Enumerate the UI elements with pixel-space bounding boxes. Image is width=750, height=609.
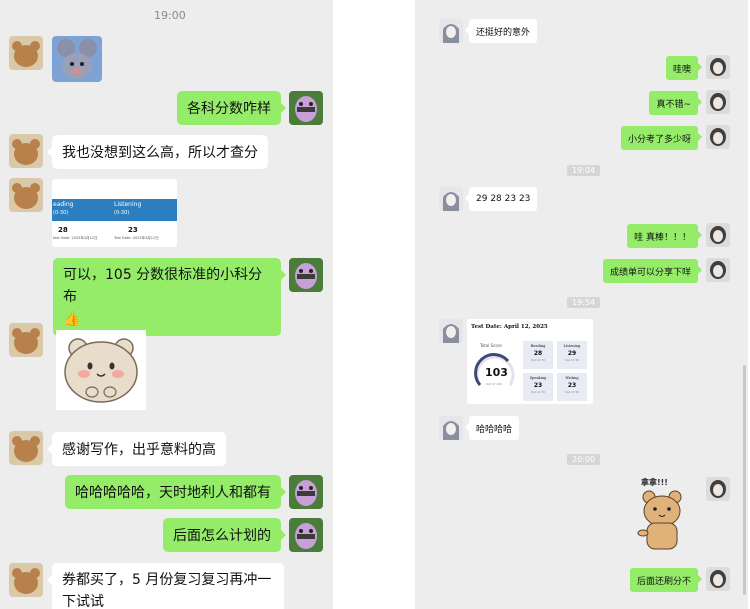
my-avatar[interactable] [289, 518, 323, 552]
score-col1-date: test Date: 2025年4月12日 [53, 236, 98, 240]
section-score: 23 [567, 382, 577, 389]
sticker-text: 拿拿!!! [641, 478, 668, 487]
section-box-reading: Reading 28 Out of 30 [523, 341, 553, 369]
friend-avatar[interactable] [439, 187, 463, 211]
score-report-image[interactable]: Test Date: April 12, 2025 Total Score 10… [467, 319, 593, 404]
message-bubble-out[interactable]: 后面怎么计划的 [163, 518, 286, 552]
section-score: 23 [533, 382, 543, 389]
section-sub: Out of 30 [530, 390, 546, 394]
score-col1-range: (0-30) [53, 210, 69, 216]
message-bubble-out[interactable]: 哇 真棒！！！ [627, 224, 702, 248]
friend-avatar[interactable] [439, 416, 463, 440]
my-avatar[interactable] [706, 258, 730, 282]
section-sub: Out of 30 [564, 390, 580, 394]
message-bubble-out[interactable]: 哇噢 [665, 56, 703, 80]
friend-avatar[interactable] [9, 323, 43, 357]
thumbs-up-icon: 👍 [63, 311, 81, 327]
section-box-listening: Listening 29 Out of 30 [557, 341, 587, 369]
chat-timestamp: 19:04 [567, 165, 601, 176]
left-chat-panel: 19:00 各科分数咋样 我也没想到这么高，所以才查分 eading (0-30… [0, 0, 333, 609]
message-bubble-in[interactable]: 我也没想到这么高，所以才查分 [47, 135, 268, 169]
message-bubble-in[interactable]: 哈哈哈哈 [464, 416, 520, 440]
friend-avatar[interactable] [9, 178, 43, 212]
my-avatar[interactable] [706, 567, 730, 591]
chat-timestamp: 19:54 [567, 297, 601, 308]
section-name: Speaking [529, 376, 547, 380]
score-col2-value: 23 [128, 226, 138, 234]
friend-avatar[interactable] [9, 563, 43, 597]
message-bubble-out[interactable]: 后面还刷分不 [629, 568, 703, 592]
score-col2-title: Listening [114, 201, 142, 208]
report-total-score: 103 [485, 366, 508, 379]
report-total-sub: Out of 120 [486, 382, 502, 386]
message-bubble-out[interactable]: 可以，105 分数很标准的小科分布 👍 [53, 258, 286, 336]
report-title: Test Date: April 12, 2025 [471, 324, 548, 330]
score-screenshot-image[interactable]: eading (0-30) Listening (0-30) 28 23 tes… [52, 179, 177, 247]
friend-avatar[interactable] [9, 134, 43, 168]
score-col1-value: 28 [58, 226, 68, 234]
section-name: Listening [563, 344, 581, 348]
message-text: 可以，105 分数很标准的小科分布 [63, 267, 263, 305]
my-avatar[interactable] [289, 91, 323, 125]
friend-avatar[interactable] [9, 431, 43, 465]
right-chat-panel: 还挺好的意外 哇噢 真不错~ 小分考了多少呀 19:04 29 28 23 23… [415, 0, 748, 609]
my-avatar[interactable] [706, 125, 730, 149]
scrollbar[interactable] [743, 365, 746, 595]
message-bubble-out[interactable]: 成绩单可以分享下咩 [602, 259, 703, 283]
score-col1-title: eading [53, 201, 74, 208]
section-sub: Out of 30 [530, 358, 546, 362]
section-name: Writing [565, 376, 579, 380]
my-avatar[interactable] [706, 223, 730, 247]
message-bubble-in[interactable]: 感谢写作，出乎意料的高 [47, 432, 226, 466]
my-avatar[interactable] [706, 55, 730, 79]
my-avatar[interactable] [289, 475, 323, 509]
section-score: 29 [567, 350, 577, 357]
score-col2-range: (0-30) [114, 210, 130, 216]
message-bubble-out[interactable]: 小分考了多少呀 [620, 126, 703, 150]
bear-waving-sticker[interactable]: 拿拿!!! [635, 477, 695, 551]
section-score: 28 [533, 350, 543, 357]
message-bubble-out[interactable]: 哈哈哈哈哈，天时地利人和都有 [65, 475, 286, 509]
section-box-writing: Writing 23 Out of 30 [557, 373, 587, 401]
message-bubble-out[interactable]: 各科分数咋样 [177, 91, 286, 125]
friend-avatar[interactable] [439, 319, 463, 343]
message-bubble-out[interactable]: 真不错~ [649, 91, 702, 115]
chat-timestamp: 20:00 [567, 454, 601, 465]
my-avatar[interactable] [706, 477, 730, 501]
report-total-label: Total Score [480, 343, 502, 348]
section-name: Reading [530, 344, 546, 348]
message-bubble-in[interactable]: 29 28 23 23 [464, 187, 538, 211]
my-avatar[interactable] [289, 258, 323, 292]
cartoon-mouse-image[interactable] [52, 36, 102, 82]
status-time: 19:00 [154, 9, 186, 22]
message-bubble-in[interactable]: 券都买了，5 月份复习复习再冲一下试试 [47, 563, 284, 609]
friend-avatar[interactable] [9, 36, 43, 70]
section-box-speaking: Speaking 23 Out of 30 [523, 373, 553, 401]
friend-avatar[interactable] [439, 19, 463, 43]
message-bubble-in[interactable]: 还挺好的意外 [464, 19, 538, 43]
score-col2-date: Test Date: 2025年4月12日 [114, 236, 159, 240]
section-sub: Out of 30 [564, 358, 580, 362]
my-avatar[interactable] [706, 90, 730, 114]
bear-sticker[interactable] [56, 330, 146, 410]
